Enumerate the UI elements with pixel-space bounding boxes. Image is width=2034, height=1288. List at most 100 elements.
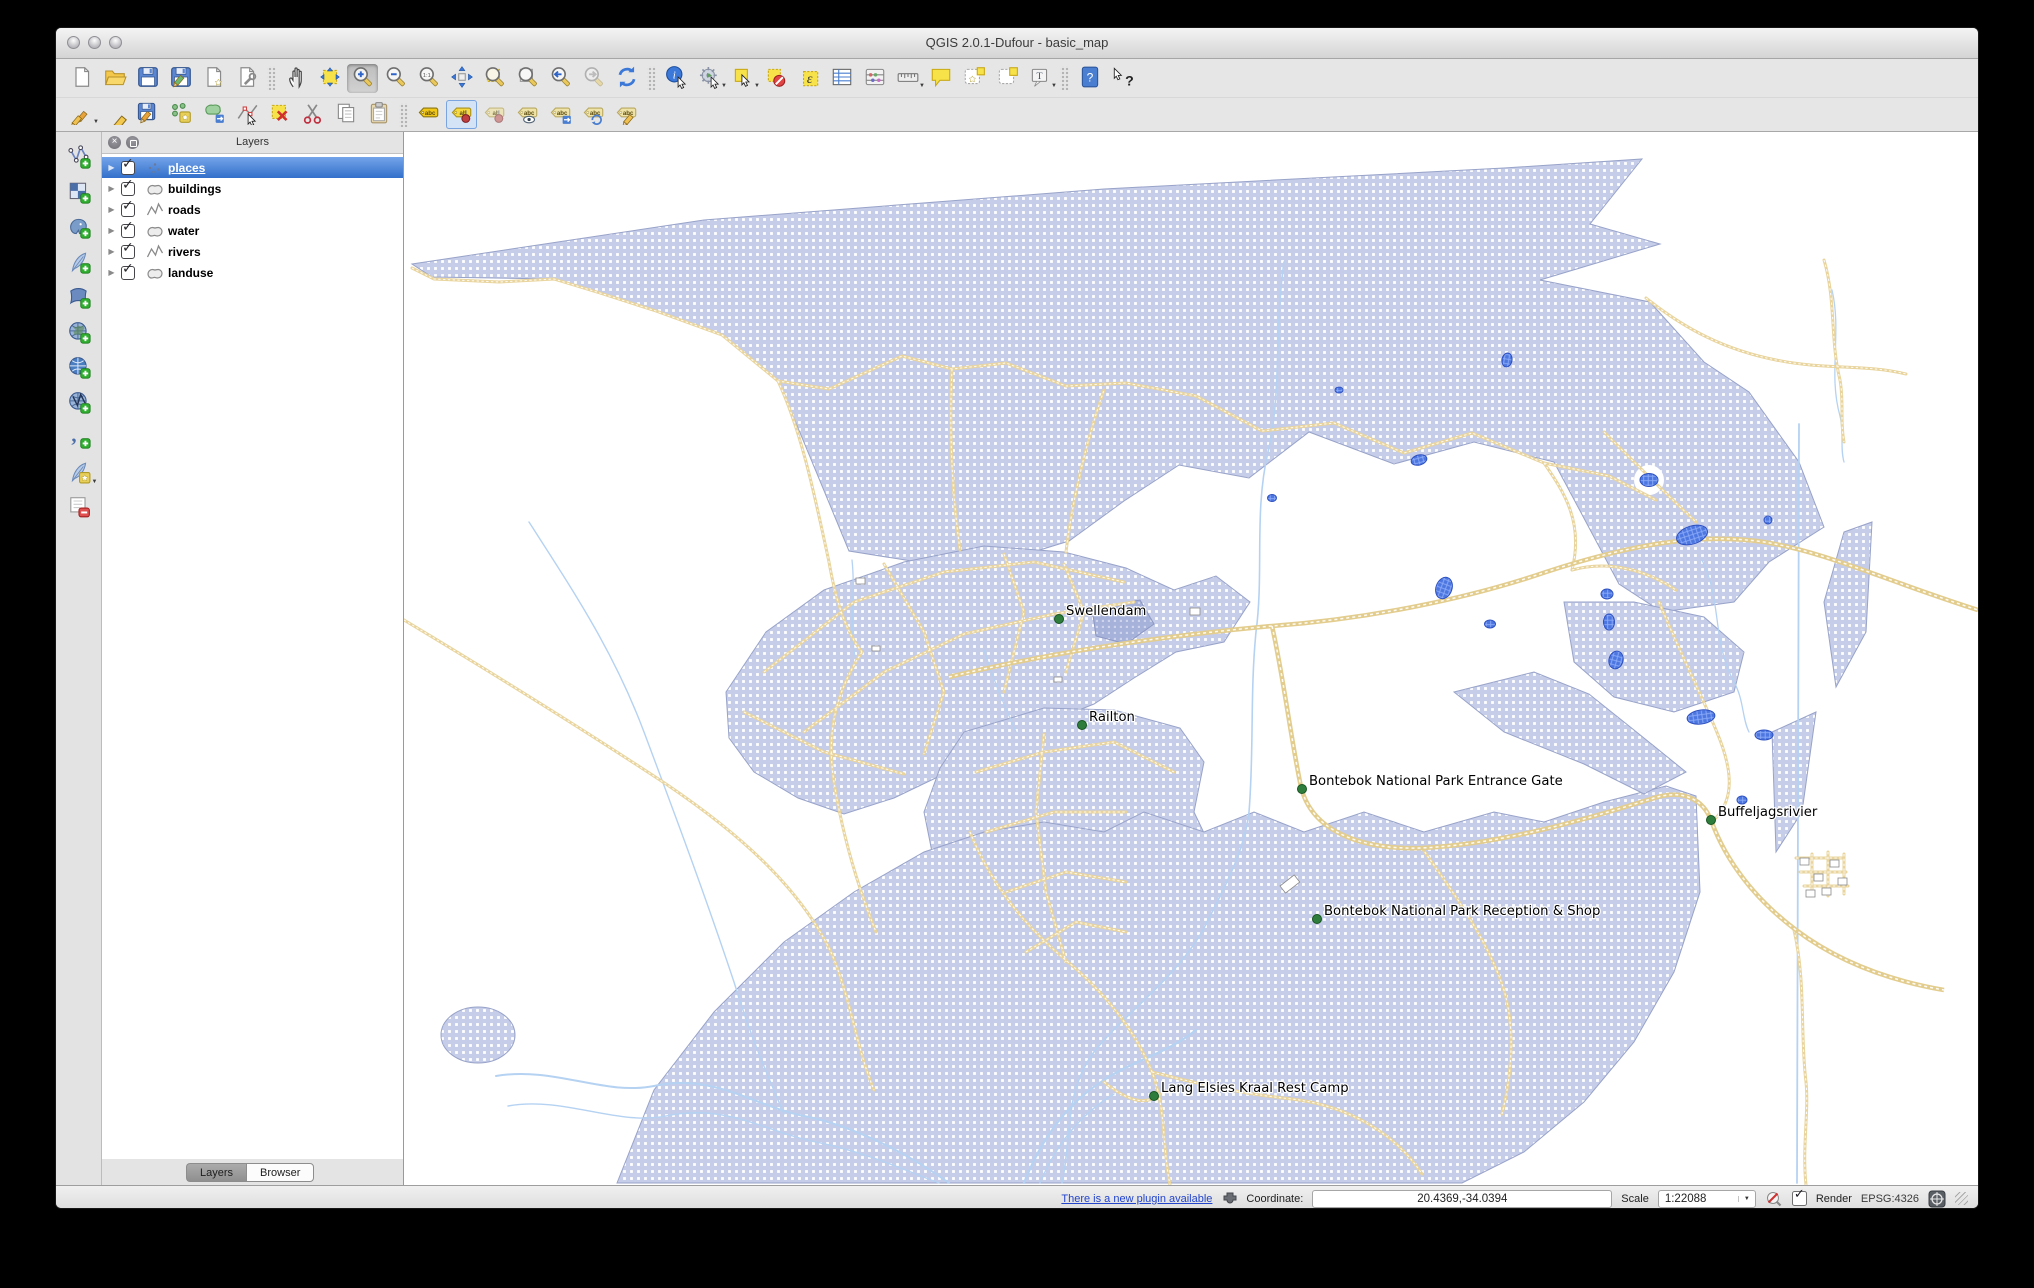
svg-text:?: ? xyxy=(1086,70,1093,84)
add-feature-button[interactable] xyxy=(165,100,196,129)
move-feature-button[interactable] xyxy=(198,100,229,129)
new-project-button[interactable] xyxy=(66,64,97,93)
expand-arrow-icon[interactable]: ▶ xyxy=(102,247,121,256)
title-bar[interactable]: QGIS 2.0.1-Dufour - basic_map xyxy=(56,28,1978,59)
refresh-button[interactable] xyxy=(611,64,642,93)
whats-this-button[interactable]: ? xyxy=(1107,64,1138,93)
scale-combo[interactable]: 1:22088 ▼ xyxy=(1657,1189,1756,1208)
panel-float-icon[interactable] xyxy=(126,136,139,149)
attribute-table-button[interactable] xyxy=(826,64,857,93)
new-shapefile-layer-button[interactable]: ▼ xyxy=(62,457,98,489)
show-bookmarks-button[interactable] xyxy=(991,64,1022,93)
text-annotation-button[interactable]: T ▼ xyxy=(1024,64,1057,93)
identify-button[interactable]: i xyxy=(661,64,692,93)
field-calculator-button[interactable] xyxy=(859,64,890,93)
remove-layer-button[interactable] xyxy=(62,492,96,524)
highlight-pinned-labels-button[interactable]: ab xyxy=(479,100,510,129)
add-wcs-layer-button[interactable] xyxy=(62,352,96,384)
add-raster-layer-button[interactable] xyxy=(62,177,96,209)
panel-close-icon[interactable]: × xyxy=(108,136,121,149)
layer-item-places[interactable]: ▶ places xyxy=(102,155,403,178)
deselect-features-button[interactable] xyxy=(760,64,791,93)
zoom-in-button[interactable] xyxy=(347,63,378,93)
zoom-out-button[interactable] xyxy=(380,64,411,93)
layer-item-rivers[interactable]: ▶ rivers xyxy=(102,239,403,262)
zoom-window-icon[interactable] xyxy=(109,36,122,49)
expand-arrow-icon[interactable]: ▶ xyxy=(102,268,121,277)
show-hide-labels-button[interactable]: abc xyxy=(512,100,543,129)
composer-manager-button[interactable] xyxy=(231,64,262,93)
toggle-editing-button[interactable] xyxy=(99,100,130,133)
add-mssql-layer-button[interactable] xyxy=(62,282,96,314)
save-project-as-button[interactable] xyxy=(165,64,196,93)
expand-arrow-icon[interactable]: ▶ xyxy=(102,163,121,172)
delete-selected-button[interactable] xyxy=(264,100,295,129)
crs-icon[interactable] xyxy=(1928,1190,1946,1208)
new-print-composer-button[interactable] xyxy=(198,64,229,93)
toolbar-handle xyxy=(399,102,408,127)
open-project-button[interactable] xyxy=(99,64,130,93)
place-marker[interactable]: Buffeljagsrivier xyxy=(1706,804,1819,825)
select-features-button[interactable]: ▼ xyxy=(727,64,760,93)
add-delimited-text-button[interactable]: , xyxy=(62,422,96,454)
select-by-expression-button[interactable]: ε xyxy=(793,64,824,93)
add-wms-layer-button[interactable] xyxy=(62,317,96,349)
layer-visibility-checkbox[interactable] xyxy=(121,176,135,196)
measure-button[interactable]: ▼ xyxy=(892,64,925,93)
change-label-button[interactable]: abc xyxy=(611,100,642,129)
minimize-window-icon[interactable] xyxy=(88,36,101,49)
pan-to-selection-button[interactable] xyxy=(314,64,345,93)
new-bookmark-button[interactable] xyxy=(958,64,989,93)
save-layer-edits-button[interactable] xyxy=(132,100,163,129)
plugin-available-link[interactable]: There is a new plugin available xyxy=(1061,1193,1212,1205)
expand-arrow-icon[interactable]: ▶ xyxy=(102,184,121,193)
layer-visibility-checkbox[interactable] xyxy=(121,239,135,259)
zoom-full-button[interactable] xyxy=(446,64,477,93)
pin-labels-button[interactable]: ab xyxy=(446,100,477,129)
current-edits-button[interactable]: ▼ xyxy=(66,100,99,129)
pan-map-button[interactable] xyxy=(281,64,312,93)
paste-features-button[interactable] xyxy=(363,100,394,129)
svg-text:1:1: 1:1 xyxy=(422,72,430,78)
coordinate-value[interactable]: 20.4369,-34.0394 xyxy=(1312,1189,1613,1208)
close-window-icon[interactable] xyxy=(67,36,80,49)
zoom-last-button[interactable] xyxy=(545,64,576,93)
zoom-to-layer-button[interactable] xyxy=(512,64,543,93)
layer-visibility-checkbox[interactable] xyxy=(121,260,135,280)
save-project-button[interactable] xyxy=(132,64,163,93)
zoom-to-selection-button[interactable] xyxy=(479,64,510,93)
expand-arrow-icon[interactable]: ▶ xyxy=(102,205,121,214)
resize-grip[interactable] xyxy=(1955,1192,1968,1205)
map-canvas[interactable]: Swellendam Railton Bontebok National Park … xyxy=(404,132,1978,1185)
cut-features-button[interactable] xyxy=(297,100,328,129)
panel-tab-browser[interactable]: Browser xyxy=(246,1162,315,1182)
node-tool-button[interactable] xyxy=(231,100,262,129)
layer-item-landuse[interactable]: ▶ landuse xyxy=(102,260,403,283)
place-marker[interactable]: Bontebok National Park Entrance Gate xyxy=(1297,773,1564,794)
plugin-icon[interactable] xyxy=(1221,1191,1237,1207)
layer-visibility-checkbox[interactable] xyxy=(121,218,135,238)
add-vector-layer-button[interactable] xyxy=(62,142,96,174)
feature-action-button[interactable]: ▼ xyxy=(694,64,727,93)
rotate-label-button[interactable]: abc xyxy=(578,100,609,129)
render-checkbox[interactable] xyxy=(1791,1186,1807,1206)
add-spatialite-layer-button[interactable] xyxy=(62,247,96,279)
move-label-button[interactable]: abc xyxy=(545,100,576,129)
panel-tab-layers[interactable]: Layers xyxy=(186,1162,247,1182)
layer-item-roads[interactable]: ▶ roads xyxy=(102,197,403,220)
layer-visibility-checkbox[interactable] xyxy=(121,197,135,217)
add-wfs-layer-button[interactable] xyxy=(62,387,96,419)
label-settings-button[interactable]: abc xyxy=(413,100,444,129)
stop-render-icon[interactable] xyxy=(1765,1190,1783,1208)
field-calculator-icon xyxy=(863,65,887,92)
zoom-native-button[interactable]: 1:1 xyxy=(413,64,444,93)
copy-features-button[interactable] xyxy=(330,100,361,129)
layer-item-water[interactable]: ▶ water xyxy=(102,218,403,241)
layer-item-buildings[interactable]: ▶ buildings xyxy=(102,176,403,199)
add-postgis-layer-button[interactable] xyxy=(62,212,96,244)
expand-arrow-icon[interactable]: ▶ xyxy=(102,226,121,235)
layer-visibility-checkbox[interactable] xyxy=(121,155,135,175)
zoom-next-button[interactable] xyxy=(578,64,609,93)
map-tips-button[interactable] xyxy=(925,64,956,93)
help-contents-button[interactable]: ? xyxy=(1074,64,1105,93)
